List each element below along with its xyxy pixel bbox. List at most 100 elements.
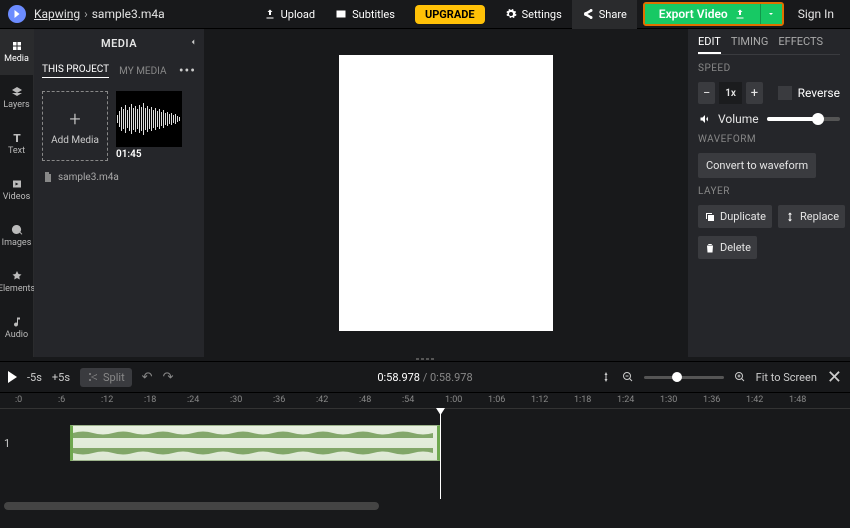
scissors-icon [87, 371, 99, 383]
timeline-ruler[interactable]: :0:6:12:18:24:30:36:42:48:541:001:061:12… [0, 393, 850, 409]
zoom-slider[interactable] [644, 376, 724, 379]
delete-button[interactable]: Delete [698, 236, 757, 259]
breadcrumb-app[interactable]: Kapwing [34, 7, 80, 21]
ruler-tick: 1:48 [789, 395, 806, 405]
zoom-out-icon[interactable] [622, 371, 634, 383]
play-button[interactable] [8, 371, 17, 383]
rail-images[interactable]: Images [0, 213, 33, 259]
ruler-tick: 1:36 [703, 395, 720, 405]
upload-button[interactable]: Upload [254, 0, 325, 29]
redo-button[interactable]: ↷ [163, 370, 174, 385]
zoom-in-icon[interactable] [734, 371, 746, 383]
file-icon [42, 171, 54, 183]
text-icon [11, 132, 23, 144]
volume-icon [698, 113, 710, 125]
gear-icon [505, 8, 517, 20]
settings-button[interactable]: Settings [495, 0, 572, 29]
tool-rail: Media Layers Text Videos Images Elements… [0, 29, 34, 357]
reverse-toggle[interactable]: Reverse [778, 86, 840, 100]
canvas-document[interactable] [339, 55, 553, 331]
convert-waveform-button[interactable]: Convert to waveform [698, 153, 816, 178]
duplicate-icon [704, 211, 716, 223]
ruler-tick: :36 [273, 395, 285, 405]
rail-elements[interactable]: Elements [0, 259, 33, 305]
playhead[interactable] [440, 409, 441, 499]
replace-button[interactable]: Replace [778, 205, 845, 228]
ruler-tick: 1:42 [746, 395, 763, 405]
ruler-tick: :24 [187, 395, 199, 405]
media-clip[interactable]: 01:45 [116, 91, 182, 161]
ruler-tick: :54 [402, 395, 414, 405]
clip-filename: sample3.m4a [58, 172, 119, 183]
tab-timing[interactable]: TIMING [731, 35, 769, 54]
rail-layers[interactable]: Layers [0, 75, 33, 121]
subtitles-label: Subtitles [352, 8, 395, 21]
snap-icon[interactable] [578, 371, 590, 383]
split-button[interactable]: Split [80, 368, 132, 387]
magnet-icon[interactable] [600, 371, 612, 383]
properties-panel: EDIT TIMING EFFECTS SPEED − 1x + Reverse… [688, 29, 850, 357]
reverse-label: Reverse [798, 86, 840, 100]
time-current: 0:58.978 [377, 371, 420, 384]
layers-icon [11, 86, 23, 98]
rail-audio[interactable]: Audio [0, 305, 33, 351]
tab-my-media[interactable]: MY MEDIA [119, 66, 166, 77]
clip-waveform-thumb [116, 91, 182, 147]
upload-label: Upload [281, 8, 315, 21]
add-media-button[interactable]: + Add Media [42, 91, 108, 161]
subtitles-icon [335, 8, 347, 20]
add-media-label: Add Media [51, 135, 99, 146]
speed-value: 1x [719, 82, 741, 104]
tab-this-project[interactable]: THIS PROJECT [42, 64, 109, 78]
settings-label: Settings [522, 8, 562, 21]
ruler-tick: 1:12 [531, 395, 548, 405]
chevron-left-icon [188, 37, 198, 47]
share-icon [582, 8, 594, 20]
export-label: Export Video [659, 7, 728, 21]
breadcrumb-file: sample3.m4a [92, 7, 165, 21]
timeline-body[interactable]: 1 [0, 409, 850, 499]
more-options-button[interactable]: ••• [179, 63, 196, 79]
duplicate-button[interactable]: Duplicate [698, 205, 772, 228]
export-video-button[interactable]: Export Video [645, 4, 760, 24]
jump-forward-button[interactable]: +5s [52, 371, 70, 384]
ruler-tick: :18 [144, 395, 156, 405]
sign-in-button[interactable]: Sign In [790, 7, 842, 21]
images-icon [11, 224, 23, 236]
tab-edit[interactable]: EDIT [698, 35, 721, 54]
tab-effects[interactable]: EFFECTS [778, 35, 823, 54]
reverse-checkbox[interactable] [778, 86, 792, 100]
volume-label: Volume [718, 112, 759, 126]
kapwing-logo[interactable] [8, 5, 26, 23]
rail-media[interactable]: Media [0, 29, 33, 75]
waveform-label: WAVEFORM [698, 134, 840, 145]
track-number: 1 [4, 437, 10, 450]
canvas-area[interactable] [204, 29, 688, 357]
ruler-tick: :6 [58, 395, 65, 405]
plus-icon: + [69, 107, 80, 131]
time-total: 0:58.978 [430, 371, 473, 384]
share-button[interactable]: Share [572, 0, 637, 29]
horizontal-scrollbar[interactable] [0, 499, 850, 513]
collapse-panel-button[interactable] [188, 37, 198, 50]
timeline-clip[interactable] [70, 425, 440, 461]
rail-videos[interactable]: Videos [0, 167, 33, 213]
speed-decrease-button[interactable]: − [698, 82, 715, 104]
speed-increase-button[interactable]: + [746, 82, 763, 104]
upgrade-button[interactable]: UPGRADE [415, 5, 485, 24]
subtitles-button[interactable]: Subtitles [325, 0, 405, 29]
export-dropdown[interactable] [760, 4, 782, 24]
jump-back-button[interactable]: -5s [27, 371, 42, 384]
replace-icon [784, 211, 796, 223]
videos-icon [11, 178, 23, 190]
ruler-tick: 1:06 [488, 395, 505, 405]
close-timeline-button[interactable]: ✕ [827, 367, 842, 388]
fit-to-screen-button[interactable]: Fit to Screen [756, 371, 817, 384]
media-panel-title: MEDIA [101, 37, 137, 50]
rail-text[interactable]: Text [0, 121, 33, 167]
volume-slider[interactable] [767, 117, 840, 121]
media-icon [11, 40, 23, 52]
ruler-tick: :42 [316, 395, 328, 405]
undo-button[interactable]: ↶ [142, 370, 153, 385]
export-icon [734, 8, 746, 20]
